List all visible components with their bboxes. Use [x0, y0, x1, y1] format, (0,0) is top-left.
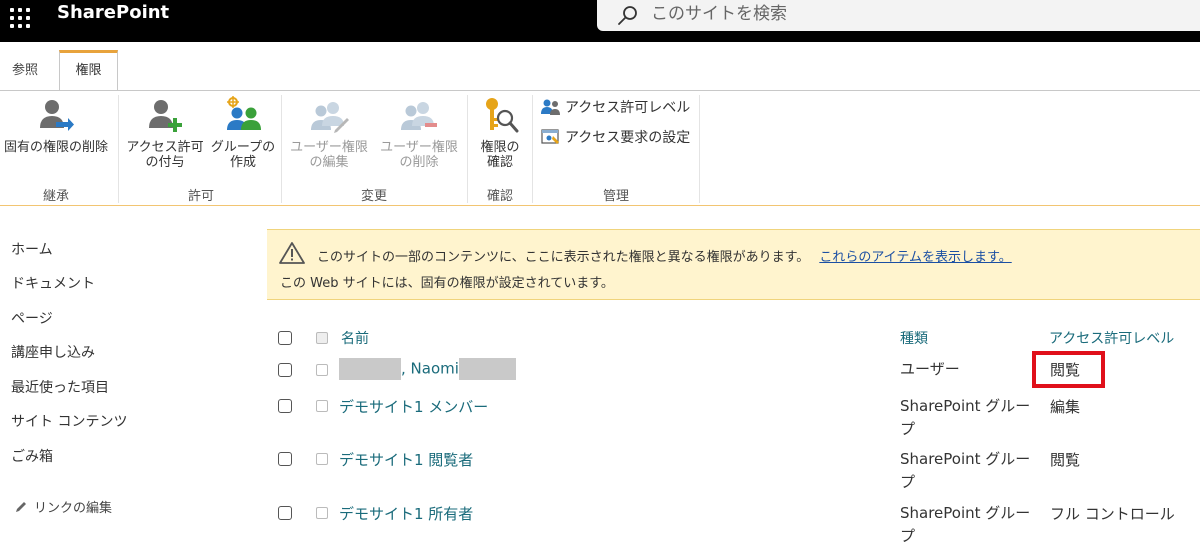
edit-links-label: リンクの編集: [34, 501, 113, 516]
table-row-level: 閲覧: [1050, 451, 1081, 469]
table-row-level: 編集: [1050, 398, 1081, 416]
search-box[interactable]: [597, 0, 1200, 31]
group-divider: [467, 95, 468, 203]
access-request-settings-button[interactable]: アクセス要求の設定: [541, 127, 690, 147]
user-name: , Naomi: [401, 359, 459, 378]
nav-item-documents[interactable]: ドキュメント: [11, 273, 95, 293]
nav-item-pages[interactable]: ページ: [11, 308, 53, 328]
check-permissions-icon: [486, 98, 519, 133]
group-label-manage: 管理: [602, 189, 629, 204]
table-row-type: SharePoint グループ: [900, 450, 1031, 491]
button-label: アクセス許可: [126, 140, 204, 155]
group-divider: [118, 95, 119, 203]
button-label: 作成: [229, 155, 256, 170]
app-launcher-icon[interactable]: [8, 6, 32, 30]
search-icon: [618, 6, 637, 25]
row-select-checkbox[interactable]: [316, 507, 328, 519]
show-items-link[interactable]: これらのアイテムを表示します。: [819, 250, 1011, 265]
ribbon: 固有の権限の削除 継承 アクセス許可 の付与 グループの 作成 許可 ユーザー権…: [0, 91, 1200, 206]
table-row-type: ユーザー: [900, 360, 960, 378]
delete-unique-permissions-icon: [40, 100, 74, 131]
pencil-icon: [16, 501, 26, 512]
edit-user-permissions-icon: [311, 102, 349, 133]
ribbon-tabs: 参照 権限: [0, 42, 1200, 91]
grant-permissions-button[interactable]: アクセス許可 の付与: [124, 96, 206, 170]
check-permissions-button[interactable]: 権限の 確認: [472, 96, 528, 170]
table-row-name[interactable]: デモサイト1 閲覧者: [339, 449, 473, 470]
nav-item-recent[interactable]: 最近使った項目: [11, 377, 109, 397]
search-input[interactable]: [651, 2, 1171, 26]
edit-links-button[interactable]: リンクの編集: [14, 497, 112, 516]
create-group-icon: [227, 96, 261, 130]
row-checkbox[interactable]: [278, 363, 292, 377]
button-label: グループの: [210, 140, 276, 155]
permission-levels-button[interactable]: アクセス許可レベル: [541, 97, 690, 117]
table-row-name[interactable]: デモサイト1 メンバー: [339, 396, 488, 417]
table-row-type: SharePoint グループ: [900, 504, 1031, 545]
brand-title[interactable]: SharePoint: [57, 2, 169, 23]
nav-item-course-signup[interactable]: 講座申し込み: [11, 342, 95, 362]
redacted-block: [458, 358, 516, 380]
warning-text: このサイトの一部のコンテンツに、ここに表示された権限と異なる権限があります。 これ…: [317, 246, 1012, 265]
access-request-settings-icon: [541, 129, 559, 144]
group-label-modify: 変更: [360, 189, 387, 204]
row-select-checkbox[interactable]: [316, 453, 328, 465]
button-label: 確認: [486, 155, 513, 170]
warning-icon: [279, 242, 305, 264]
grant-permissions-icon: [149, 100, 182, 132]
highlight-box: [1032, 351, 1105, 388]
group-divider: [532, 95, 533, 203]
button-label: アクセス要求の設定: [565, 130, 691, 146]
remove-user-permissions-button[interactable]: ユーザー権限 の削除: [376, 96, 462, 170]
button-label: 固有の権限の削除: [3, 140, 108, 155]
group-divider: [281, 95, 282, 203]
table-row-name[interactable]: , Naomi: [339, 358, 516, 380]
row-checkbox[interactable]: [278, 506, 292, 520]
ribbon-border: [0, 205, 1200, 206]
warning-message-bar: このサイトの一部のコンテンツに、ここに表示された権限と異なる権限があります。 これ…: [267, 229, 1200, 300]
tab-permissions[interactable]: 権限: [59, 50, 118, 91]
tab-browse[interactable]: 参照: [2, 52, 48, 90]
row-select-checkbox[interactable]: [316, 364, 328, 376]
suite-bar: SharePoint: [0, 0, 1200, 42]
group-divider: [699, 95, 700, 203]
button-label: の付与: [145, 155, 185, 170]
column-header-level[interactable]: アクセス許可レベル: [1049, 328, 1174, 348]
table-row-name[interactable]: デモサイト1 所有者: [339, 503, 473, 524]
select-all-checkbox[interactable]: [278, 331, 292, 345]
header-row-checkbox[interactable]: [316, 332, 328, 344]
table-row-level: フル コントロール: [1050, 505, 1175, 523]
nav-item-home[interactable]: ホーム: [11, 239, 53, 259]
nav-item-site-contents[interactable]: サイト コンテンツ: [11, 411, 127, 431]
button-label: 権限の: [480, 140, 520, 155]
group-label-grant: 許可: [187, 189, 214, 204]
edit-user-permissions-button[interactable]: ユーザー権限 の編集: [286, 96, 372, 170]
warning-line-1: このサイトの一部のコンテンツに、ここに表示された権限と異なる権限があります。: [317, 250, 810, 265]
button-label: ユーザー権限: [290, 140, 368, 155]
row-checkbox[interactable]: [278, 399, 292, 413]
permission-levels-icon: [541, 99, 560, 115]
row-checkbox[interactable]: [278, 452, 292, 466]
group-label-inherit: 継承: [42, 189, 69, 204]
column-header-name[interactable]: 名前: [341, 328, 369, 348]
delete-unique-permissions-button[interactable]: 固有の権限の削除: [0, 96, 112, 155]
create-group-button[interactable]: グループの 作成: [208, 96, 278, 170]
column-header-type[interactable]: 種類: [900, 328, 928, 348]
nav-item-recycle-bin[interactable]: ごみ箱: [11, 446, 53, 466]
row-select-checkbox[interactable]: [316, 400, 328, 412]
button-label: の編集: [309, 155, 349, 170]
table-row-type: SharePoint グループ: [900, 397, 1031, 438]
button-label: アクセス許可レベル: [565, 100, 691, 116]
remove-user-permissions-icon: [401, 102, 437, 130]
unique-permissions-text: この Web サイトには、固有の権限が設定されています。: [280, 276, 614, 291]
redacted-block: [339, 358, 401, 380]
button-label: の削除: [399, 155, 439, 170]
button-label: ユーザー権限: [380, 140, 458, 155]
group-label-check: 確認: [486, 189, 513, 204]
